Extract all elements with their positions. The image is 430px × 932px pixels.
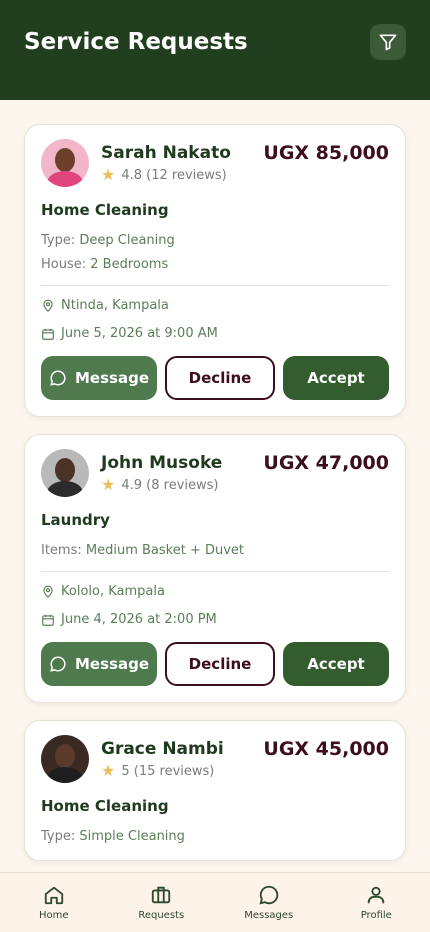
rating-value: 5 bbox=[121, 763, 130, 779]
schedule-text: June 5, 2026 at 9:00 AM bbox=[61, 326, 218, 341]
request-card: John Musoke ★ 4.9 (8 reviews) UGX 47,000… bbox=[24, 434, 406, 703]
nav-item-profile[interactable]: Profile bbox=[336, 884, 416, 921]
calendar-icon bbox=[42, 328, 54, 340]
accept-button[interactable]: Accept bbox=[283, 356, 389, 400]
chat-bubble-icon bbox=[50, 370, 66, 386]
service-name: Home Cleaning bbox=[41, 201, 169, 219]
detail-label: Items: bbox=[41, 543, 82, 558]
nav-label: Profile bbox=[360, 910, 392, 921]
message-button[interactable]: Message bbox=[41, 642, 157, 686]
detail-value: Medium Basket + Duvet bbox=[85, 543, 245, 558]
location-text: Ntinda, Kampala bbox=[61, 298, 169, 313]
detail-value: Simple Cleaning bbox=[79, 829, 185, 844]
star-icon: ★ bbox=[101, 165, 116, 184]
briefcase-icon bbox=[152, 886, 171, 904]
message-button[interactable]: Message bbox=[41, 356, 157, 400]
detail-value: 2 Bedrooms bbox=[90, 257, 169, 272]
price: UGX 45,000 bbox=[263, 738, 389, 760]
review-count: (8 reviews) bbox=[146, 477, 219, 493]
schedule: June 5, 2026 at 9:00 AM bbox=[41, 326, 389, 342]
requester-name: Grace Nambi bbox=[101, 739, 224, 759]
rating: ★ 5 (15 reviews) bbox=[101, 763, 263, 779]
service-name: Laundry bbox=[41, 511, 110, 529]
request-actions: Message Decline Accept bbox=[41, 356, 389, 400]
price: UGX 47,000 bbox=[263, 452, 389, 474]
decline-button[interactable]: Decline bbox=[165, 356, 275, 400]
chat-bubble-icon bbox=[259, 885, 278, 905]
review-count: (12 reviews) bbox=[146, 167, 227, 183]
schedule-text: June 4, 2026 at 2:00 PM bbox=[61, 612, 217, 627]
message-label: Message bbox=[75, 655, 149, 673]
calendar-icon bbox=[42, 614, 54, 626]
detail-items: Items: Medium Basket + Duvet bbox=[41, 543, 389, 558]
location: Kololo, Kampala bbox=[41, 584, 389, 600]
requester-name: Sarah Nakato bbox=[101, 143, 231, 163]
nav-item-home[interactable]: Home bbox=[14, 884, 94, 921]
service-name: Home Cleaning bbox=[41, 797, 169, 815]
decline-button[interactable]: Decline bbox=[165, 642, 275, 686]
location-text: Kololo, Kampala bbox=[61, 584, 165, 599]
star-icon: ★ bbox=[101, 475, 116, 494]
avatar bbox=[41, 735, 89, 783]
schedule: June 4, 2026 at 2:00 PM bbox=[41, 612, 389, 628]
bottom-nav: Home Requests Messages Profile bbox=[0, 872, 430, 932]
detail-house: House: 2 Bedrooms bbox=[41, 257, 389, 272]
review-count: (15 reviews) bbox=[133, 763, 215, 779]
request-actions: Message Decline Accept bbox=[41, 642, 389, 686]
home-icon bbox=[44, 886, 63, 905]
location: Ntinda, Kampala bbox=[41, 298, 389, 314]
requests-list: Sarah Nakato ★ 4.8 (12 reviews) UGX 85,0… bbox=[0, 100, 430, 872]
location-pin-icon bbox=[43, 299, 53, 313]
rating-value: 4.8 bbox=[121, 167, 143, 183]
star-icon: ★ bbox=[101, 761, 116, 780]
filter-icon bbox=[379, 34, 397, 51]
divider bbox=[41, 571, 389, 572]
filter-button[interactable] bbox=[370, 24, 406, 60]
request-card: Grace Nambi ★ 5 (15 reviews) UGX 45,000 … bbox=[24, 720, 406, 861]
request-card: Sarah Nakato ★ 4.8 (12 reviews) UGX 85,0… bbox=[24, 124, 406, 417]
rating: ★ 4.8 (12 reviews) bbox=[101, 167, 263, 183]
nav-item-messages[interactable]: Messages bbox=[229, 884, 309, 921]
price: UGX 85,000 bbox=[263, 142, 389, 164]
requester-name: John Musoke bbox=[101, 453, 223, 473]
detail-type: Type: Simple Cleaning bbox=[41, 829, 389, 844]
page-title: Service Requests bbox=[24, 29, 248, 55]
avatar bbox=[41, 139, 89, 187]
user-icon bbox=[368, 886, 385, 904]
rating: ★ 4.9 (8 reviews) bbox=[101, 477, 263, 493]
message-label: Message bbox=[75, 369, 149, 387]
nav-label: Requests bbox=[138, 910, 185, 921]
detail-label: House: bbox=[41, 257, 87, 272]
accept-button[interactable]: Accept bbox=[283, 642, 389, 686]
detail-type: Type: Deep Cleaning bbox=[41, 233, 389, 248]
nav-item-requests[interactable]: Requests bbox=[121, 884, 201, 921]
detail-value: Deep Cleaning bbox=[79, 233, 175, 248]
detail-label: Type: bbox=[41, 829, 76, 844]
rating-value: 4.9 bbox=[121, 477, 143, 493]
nav-label: Home bbox=[38, 910, 69, 921]
divider bbox=[41, 285, 389, 286]
chat-bubble-icon bbox=[50, 656, 66, 672]
location-pin-icon bbox=[43, 585, 53, 599]
avatar bbox=[41, 449, 89, 497]
nav-label: Messages bbox=[244, 910, 294, 921]
app-header: Service Requests bbox=[0, 0, 430, 100]
detail-label: Type: bbox=[41, 233, 76, 248]
